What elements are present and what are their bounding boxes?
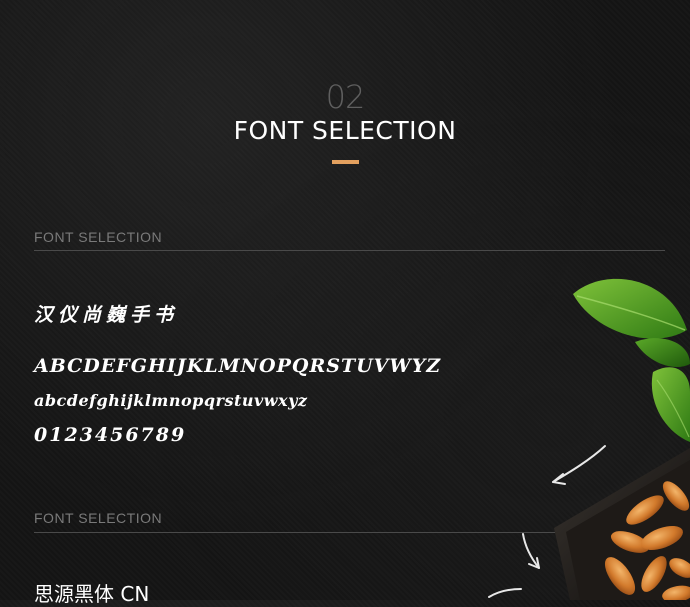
font-name-handwriting: 汉仪尚巍手书 bbox=[34, 304, 179, 326]
chalk-arrow-icon bbox=[488, 588, 522, 598]
basil-leaves-icon bbox=[573, 278, 690, 442]
page-title: FONT SELECTION bbox=[233, 116, 457, 145]
section-label: FONT SELECTION bbox=[34, 229, 163, 245]
uppercase-sample: ABCDEFGHIJKLMNOPQRSTUVWYZ bbox=[34, 355, 442, 377]
chalk-arrow-icon bbox=[522, 533, 540, 569]
digits-sample: 0123456789 bbox=[34, 424, 187, 446]
lowercase-sample: abcdefghijklmnopqrstuvwxyz bbox=[34, 391, 308, 410]
section-number: 02 bbox=[325, 78, 366, 116]
title-accent-bar bbox=[332, 160, 359, 164]
section-divider bbox=[34, 250, 665, 251]
section-label: FONT SELECTION bbox=[34, 510, 163, 526]
cashew-bowl-icon bbox=[554, 448, 690, 600]
font-name-sans: 思源黑体 CN bbox=[34, 582, 150, 606]
